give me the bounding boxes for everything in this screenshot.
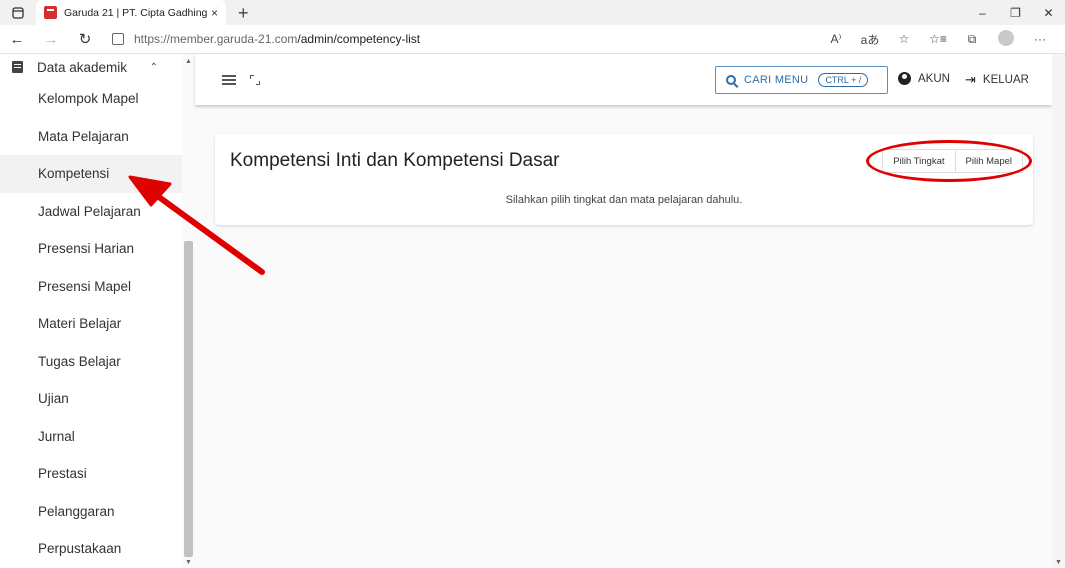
user-circle-icon bbox=[898, 72, 911, 85]
sidebar-scrollbar[interactable]: ▲ ▼ bbox=[182, 54, 195, 568]
fullscreen-icon[interactable] bbox=[250, 74, 260, 85]
tab-close-icon[interactable]: × bbox=[211, 6, 218, 20]
favorite-star-icon[interactable]: ☆ bbox=[887, 32, 921, 46]
sidebar-item-kelompok-mapel[interactable]: Kelompok Mapel bbox=[0, 80, 182, 118]
more-menu-icon[interactable]: ··· bbox=[1023, 32, 1057, 46]
annotation-highlight-ellipse bbox=[866, 140, 1032, 182]
main-content: CARI MENU CTRL + / AKUN ⇥ KELUAR Kompete… bbox=[195, 54, 1052, 568]
back-button[interactable]: ← bbox=[0, 31, 34, 48]
search-menu-label: CARI MENU bbox=[744, 74, 809, 86]
favorites-list-icon[interactable]: ☆≡ bbox=[921, 32, 955, 46]
search-icon bbox=[726, 75, 736, 85]
sidebar-item-presensi-mapel[interactable]: Presensi Mapel bbox=[0, 268, 182, 306]
lock-icon bbox=[112, 33, 124, 45]
sidebar: Data akademik ⌃ Kelompok Mapel Mata Pelaj… bbox=[0, 54, 182, 568]
scroll-down-icon[interactable]: ▼ bbox=[185, 559, 192, 566]
sidebar-item-pelanggaran[interactable]: Pelanggaran bbox=[0, 493, 182, 531]
restore-button[interactable]: ❐ bbox=[999, 6, 1032, 20]
sidebar-item-prestasi[interactable]: Prestasi bbox=[0, 455, 182, 493]
window-controls: – ❐ ✕ bbox=[966, 0, 1065, 25]
scroll-up-icon[interactable]: ▲ bbox=[185, 58, 192, 65]
reload-button[interactable]: ↻ bbox=[68, 30, 102, 48]
address-bar-icons: A⁾ aあ ☆ ☆≡ ⧉ ··· bbox=[819, 29, 1057, 49]
sidebar-section-label: Data akademik bbox=[37, 59, 128, 75]
forward-button[interactable]: → bbox=[34, 31, 68, 48]
search-menu-button[interactable]: CARI MENU CTRL + / bbox=[715, 66, 888, 94]
url-host: https://member.garuda-21.com bbox=[134, 32, 298, 46]
sidebar-item-jurnal[interactable]: Jurnal bbox=[0, 418, 182, 456]
address-bar: ← → ↻ https://member.garuda-21.com/admin… bbox=[0, 25, 1065, 54]
akun-label: AKUN bbox=[918, 72, 950, 85]
url-field[interactable]: https://member.garuda-21.com/admin/compe… bbox=[108, 25, 819, 54]
keluar-button[interactable]: ⇥ KELUAR bbox=[965, 72, 1029, 88]
tab-actions-glyph bbox=[12, 6, 24, 19]
url-text: https://member.garuda-21.com/admin/compe… bbox=[134, 32, 420, 46]
browser-tab[interactable]: Garuda 21 | PT. Cipta Gadhing A × bbox=[36, 0, 226, 25]
page-scroll-down-icon[interactable]: ▼ bbox=[1055, 559, 1062, 566]
keluar-label: KELUAR bbox=[982, 74, 1029, 86]
app-topbar: CARI MENU CTRL + / AKUN ⇥ KELUAR bbox=[195, 54, 1052, 105]
read-aloud-icon[interactable]: A⁾ bbox=[819, 32, 853, 46]
sidebar-item-materi-belajar[interactable]: Materi Belajar bbox=[0, 305, 182, 343]
close-window-button[interactable]: ✕ bbox=[1032, 6, 1065, 20]
akun-button[interactable]: AKUN bbox=[898, 72, 950, 85]
tab-actions-icon[interactable] bbox=[0, 0, 36, 25]
empty-state-message: Silahkan pilih tingkat dan mata pelajara… bbox=[505, 194, 743, 206]
translate-icon[interactable]: aあ bbox=[853, 31, 887, 48]
book-icon bbox=[12, 61, 23, 73]
sidebar-section-data-akademik[interactable]: Data akademik ⌃ bbox=[0, 54, 182, 80]
new-tab-button[interactable]: + bbox=[238, 4, 249, 22]
sidebar-scroll-thumb[interactable] bbox=[184, 241, 193, 557]
hamburger-menu-icon[interactable] bbox=[222, 74, 236, 85]
browser-tab-bar: Garuda 21 | PT. Cipta Gadhing A × + – ❐ … bbox=[0, 0, 1065, 25]
profile-avatar[interactable] bbox=[989, 29, 1023, 49]
sidebar-item-tugas-belajar[interactable]: Tugas Belajar bbox=[0, 343, 182, 381]
sidebar-item-perpustakaan[interactable]: Perpustakaan bbox=[0, 530, 182, 568]
keyboard-shortcut-badge: CTRL + / bbox=[818, 73, 869, 87]
sidebar-item-ujian[interactable]: Ujian bbox=[0, 380, 182, 418]
sidebar-item-kompetensi[interactable]: Kompetensi bbox=[0, 155, 182, 193]
sidebar-item-mata-pelajaran[interactable]: Mata Pelajaran bbox=[0, 118, 182, 156]
page-title: Kompetensi Inti dan Kompetensi Dasar bbox=[230, 150, 560, 171]
minimize-button[interactable]: – bbox=[966, 6, 999, 20]
url-path: /admin/competency-list bbox=[297, 32, 421, 46]
tab-title: Garuda 21 | PT. Cipta Gadhing A bbox=[64, 6, 209, 19]
chevron-up-icon[interactable]: ⌃ bbox=[150, 62, 158, 73]
page-scrollbar[interactable]: ▼ bbox=[1052, 54, 1065, 568]
sidebar-item-jadwal-pelajaran[interactable]: Jadwal Pelajaran bbox=[0, 193, 182, 231]
collections-icon[interactable]: ⧉ bbox=[955, 32, 989, 47]
site-favicon-icon bbox=[44, 6, 57, 19]
sidebar-item-presensi-harian[interactable]: Presensi Harian bbox=[0, 230, 182, 268]
logout-icon: ⇥ bbox=[965, 72, 976, 87]
